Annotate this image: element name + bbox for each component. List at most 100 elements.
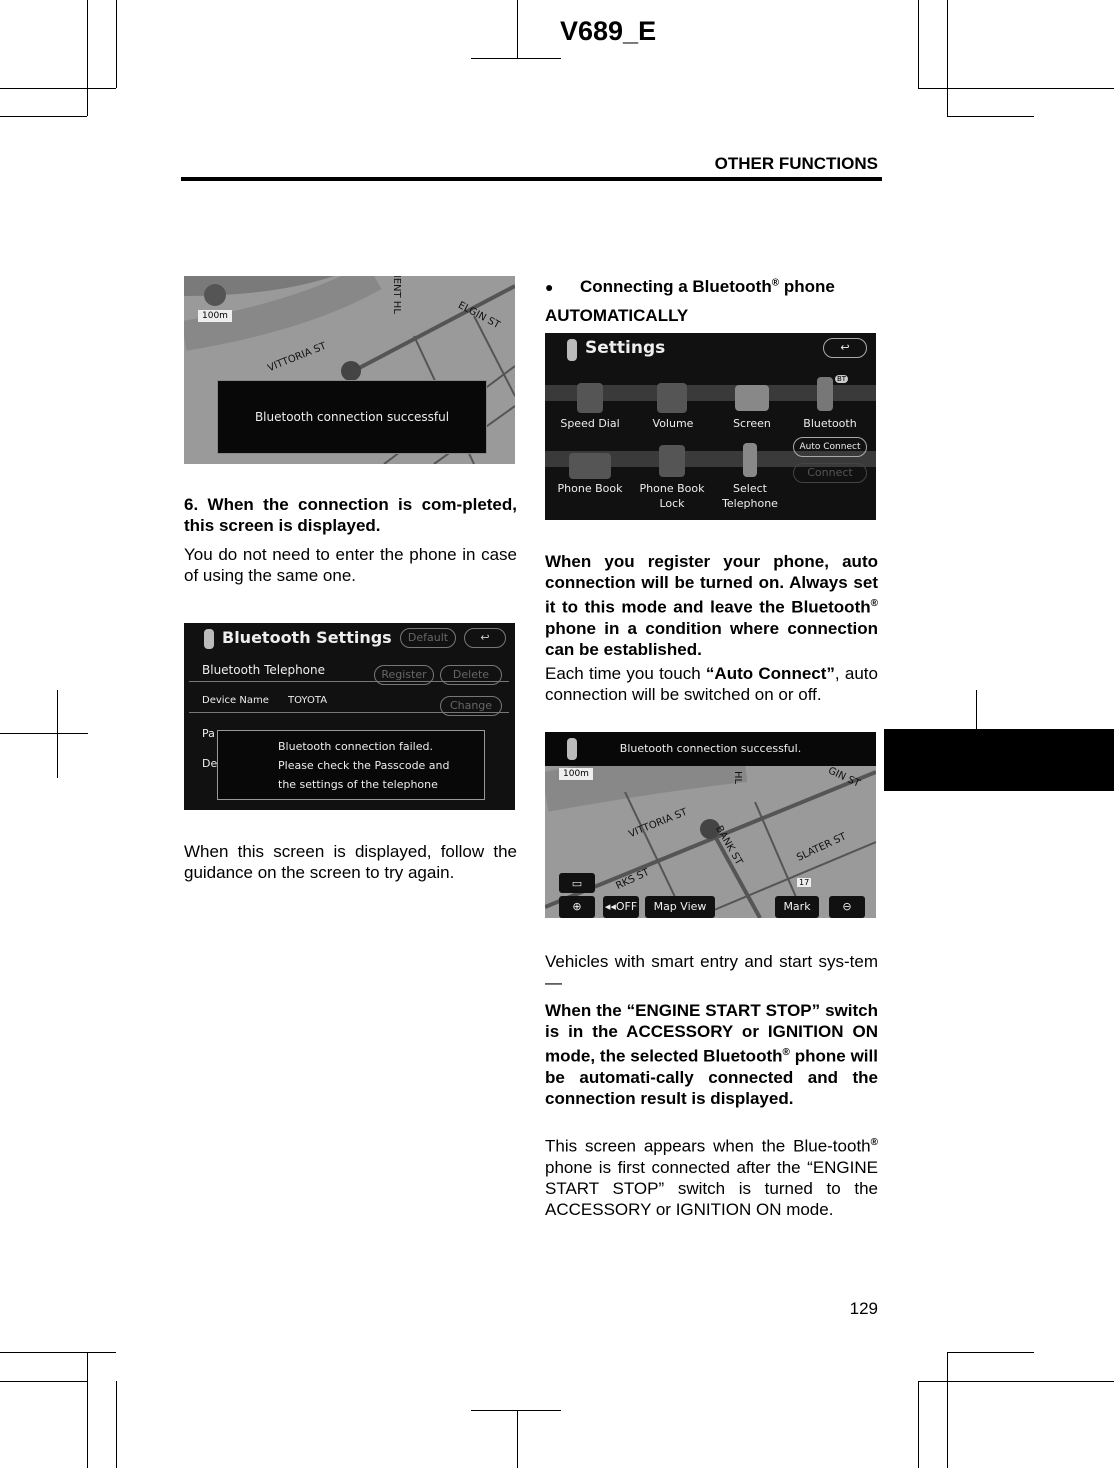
screenshot-connection-failed: Bluetooth Settings Default ↩ Bluetooth T…	[184, 623, 515, 810]
crop-mark	[87, 1352, 88, 1468]
message-dialog: Bluetooth connection successful	[217, 380, 487, 454]
item-label: Bluetooth	[803, 417, 857, 430]
registered-mark: ®	[870, 1137, 878, 1148]
item-label: Select Telephone	[722, 482, 778, 510]
divider	[189, 712, 509, 713]
street-label: MENT HL	[390, 276, 402, 314]
delete-button[interactable]: Delete	[440, 665, 502, 685]
route-shield: 17	[797, 878, 812, 887]
back-arrow-icon: ↩	[840, 341, 850, 354]
back-button[interactable]: ↩	[823, 338, 867, 358]
screen-title: Settings	[585, 338, 666, 358]
change-button[interactable]: Change	[440, 696, 502, 716]
button-reference: “Auto Connect”	[705, 664, 835, 683]
crop-mark	[471, 58, 561, 59]
body-text: This screen appears when the Blue-tooth	[545, 1136, 871, 1156]
crop-mark	[57, 690, 58, 778]
zoom-in-button[interactable]: ⊕	[559, 896, 595, 918]
smart-entry-note: Vehicles with smart entry and start sys-…	[545, 952, 878, 992]
zoom-out-button[interactable]: ⊖	[829, 896, 865, 918]
screen-icon: ▭	[571, 877, 583, 890]
section-tab	[884, 729, 1114, 791]
crop-mark	[87, 0, 88, 116]
mark-button[interactable]: Mark	[775, 896, 819, 918]
note-text: phone in a condition where connection ca…	[545, 618, 878, 659]
first-connect-note: This screen appears when the Blue-tooth®…	[545, 1132, 878, 1220]
item-label: Screen	[733, 417, 771, 430]
step-6-body: You do not need to enter the phone in ca…	[184, 545, 517, 585]
bluetooth-phone-icon	[817, 377, 833, 411]
crop-mark	[976, 690, 977, 730]
error-dialog: Bluetooth connection failed. Please chec…	[217, 730, 485, 800]
crop-mark	[116, 1381, 117, 1468]
status-message: Bluetooth connection successful.	[619, 742, 802, 755]
map-scale: 100m	[198, 310, 232, 322]
error-line: Bluetooth connection failed.	[278, 740, 433, 753]
passcode-label: Pa	[202, 727, 215, 740]
crop-mark	[947, 1352, 948, 1468]
body-text: Each time you touch	[545, 664, 706, 683]
crop-mark	[0, 733, 88, 734]
crop-mark	[947, 116, 1034, 117]
speed-dial-icon	[577, 383, 603, 413]
crop-mark	[918, 88, 1114, 89]
auto-connect-button[interactable]: Auto Connect	[793, 437, 867, 457]
crop-mark	[116, 0, 117, 88]
registered-mark: ®	[870, 598, 878, 609]
screen-title: Bluetooth Settings	[222, 628, 392, 647]
header-rule	[181, 177, 882, 181]
engine-start-note: When the “ENGINE START STOP” switch is i…	[545, 1000, 878, 1109]
item-label: Volume	[652, 417, 694, 430]
item-label: Speed Dial	[560, 417, 620, 430]
screenshot-settings-menu: Settings ↩ Speed Dial Volume Screen BT Bl…	[545, 333, 876, 520]
crop-mark	[0, 1381, 87, 1382]
manual-page: V689_E OTHER FUNCTIONS 100m MENT HL ELGI…	[0, 0, 1114, 1468]
register-button[interactable]: Register	[374, 665, 434, 685]
crop-mark	[517, 1410, 518, 1468]
bluetooth-telephone-label: Bluetooth Telephone	[202, 663, 326, 677]
map-mode-button[interactable]: ▭	[559, 873, 595, 893]
error-line: Please check the Passcode and	[278, 759, 450, 772]
screenshot-auto-connected: Bluetooth connection successful. 100m HL…	[545, 732, 876, 918]
registered-mark: ®	[782, 1047, 790, 1058]
note-text: When you register your phone, auto conne…	[545, 552, 878, 617]
crop-mark	[947, 0, 948, 116]
crop-mark	[471, 1410, 561, 1411]
step-6-heading: 6. When the connection is com-pleted, th…	[184, 495, 517, 535]
map-view-button[interactable]: Map View	[645, 896, 715, 918]
crop-mark	[0, 116, 87, 117]
bt-badge: BT	[835, 375, 849, 383]
section-title: OTHER FUNCTIONS	[714, 154, 878, 173]
section-heading: Connecting a Bluetooth® phone	[580, 277, 835, 297]
doc-code: V689_E	[560, 16, 657, 46]
crop-mark	[517, 0, 518, 58]
crop-mark	[918, 1381, 1114, 1382]
screenshot-connection-successful: 100m MENT HL ELGIN ST VITTORIA ST Blueto…	[184, 276, 515, 464]
lock-icon	[659, 445, 685, 477]
bullet-icon: ●	[545, 279, 554, 295]
screen-icon	[735, 385, 769, 411]
crop-mark	[947, 1352, 1034, 1353]
connect-button[interactable]: Connect	[793, 463, 867, 483]
off-button[interactable]: ◂◂OFF	[603, 896, 639, 918]
map-scale: 100m	[559, 768, 593, 780]
speaker-icon	[657, 383, 687, 413]
telephone-icon	[743, 443, 757, 477]
failed-instructions: When this screen is displayed, follow th…	[184, 842, 517, 882]
phone-icon	[204, 629, 214, 649]
page-number: 129	[849, 1299, 878, 1318]
phone-icon	[567, 339, 577, 361]
heading-text: Connecting a Bluetooth	[580, 277, 772, 296]
crop-mark	[0, 88, 116, 89]
back-button[interactable]: ↩	[464, 628, 506, 648]
item-label: Phone Book Lock	[639, 482, 705, 510]
error-line: the settings of the telephone	[278, 778, 438, 791]
registered-mark: ®	[771, 277, 780, 289]
crop-mark	[0, 1352, 116, 1353]
street-label: HL	[732, 770, 744, 785]
body-text: phone is first connected after the “ENGI…	[545, 1157, 878, 1219]
auto-connect-toggle-text: Each time you touch “Auto Connect”, auto…	[545, 663, 878, 705]
default-button[interactable]: Default	[400, 628, 456, 648]
item-label: Phone Book	[557, 482, 623, 495]
heading-text: phone	[779, 277, 835, 296]
